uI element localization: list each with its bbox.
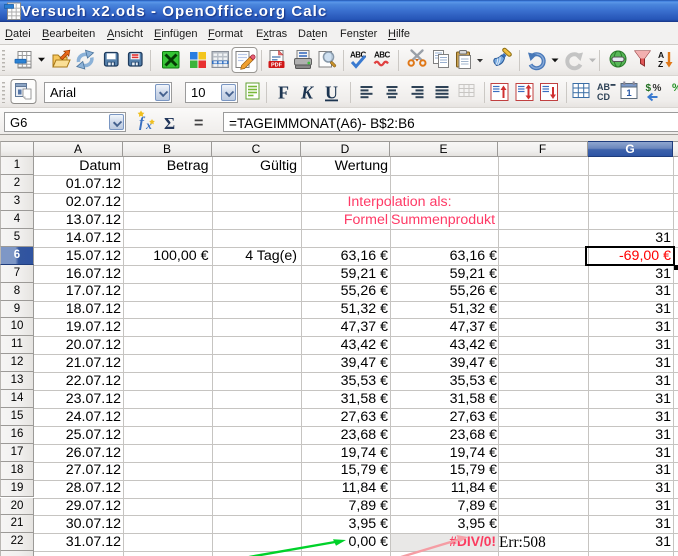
- svg-text:Z: Z: [658, 59, 663, 69]
- svg-text:=: =: [194, 115, 203, 132]
- svg-text:U: U: [325, 83, 338, 103]
- svg-text:F: F: [278, 83, 289, 103]
- svg-text:%: %: [672, 82, 678, 94]
- svg-text:f: f: [139, 115, 146, 131]
- svg-text:ABC: ABC: [374, 51, 391, 60]
- svg-text:x: x: [145, 118, 152, 132]
- svg-text:$: $: [646, 83, 652, 94]
- svg-text:Σ: Σ: [164, 114, 175, 133]
- svg-text:CD: CD: [597, 92, 610, 102]
- svg-text:K: K: [300, 83, 315, 103]
- svg-text:%: %: [653, 83, 662, 94]
- svg-text:1: 1: [626, 88, 632, 99]
- svg-text:AB: AB: [597, 82, 610, 92]
- svg-text:PDF: PDF: [271, 63, 283, 69]
